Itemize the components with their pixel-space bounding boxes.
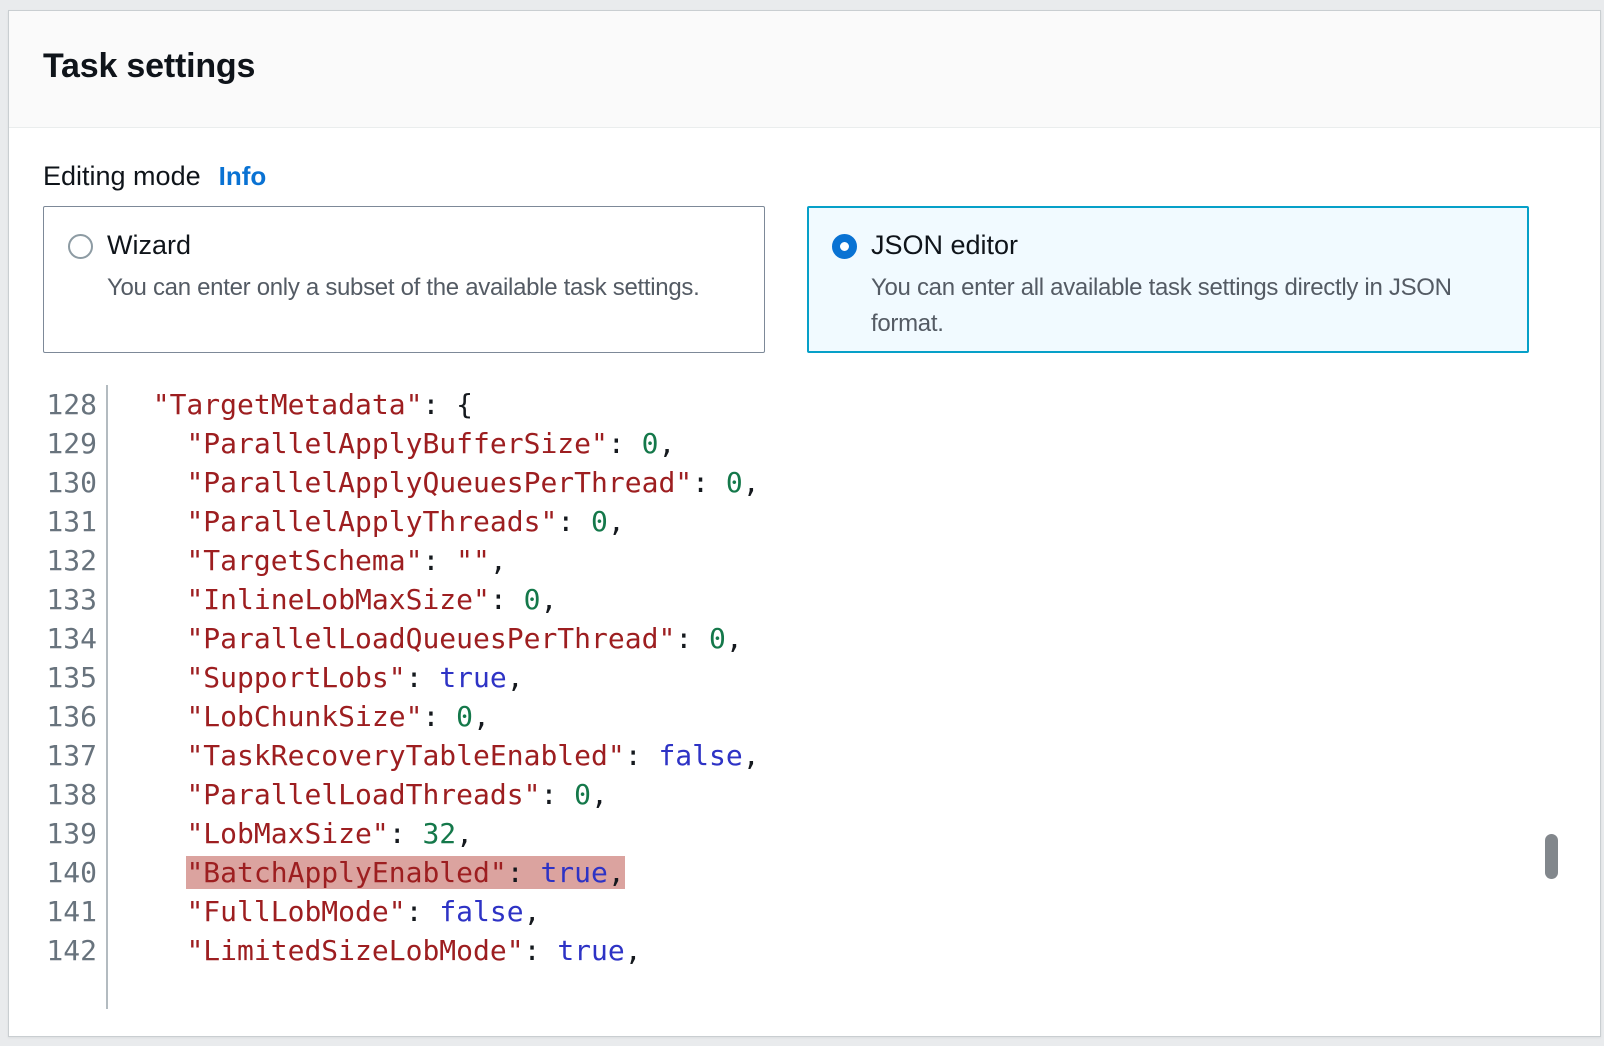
code-line: 132 "TargetSchema": "", (43, 541, 1576, 580)
code-line: 140 "BatchApplyEnabled": true, (43, 853, 1576, 892)
line-number: 131 (43, 502, 108, 541)
wizard-description: You can enter only a subset of the avail… (107, 270, 699, 306)
line-number: 136 (43, 697, 108, 736)
editing-mode-label: Editing mode (43, 161, 201, 192)
code-text: "ParallelApplyThreads": 0, (108, 502, 625, 541)
line-number: 142 (43, 931, 108, 970)
line-number: 134 (43, 619, 108, 658)
line-number: 133 (43, 580, 108, 619)
code-text: "ParallelApplyQueuesPerThread": 0, (108, 463, 760, 502)
line-number: 130 (43, 463, 108, 502)
wizard-radio-button[interactable] (68, 234, 93, 259)
json-editor-tile-text: JSON editor You can enter all available … (871, 230, 1516, 351)
wizard-tile-text: Wizard You can enter only a subset of th… (107, 230, 699, 352)
task-settings-panel: Task settings Editing mode Info Wizard Y… (8, 10, 1601, 1037)
code-text: "LobMaxSize": 32, (108, 814, 473, 853)
highlighted-line-text: "BatchApplyEnabled": true, (186, 856, 624, 889)
line-number: 129 (43, 424, 108, 463)
panel-header: Task settings (9, 11, 1600, 128)
code-text: "InlineLobMaxSize": 0, (108, 580, 557, 619)
code-text: "ParallelLoadQueuesPerThread": 0, (108, 619, 743, 658)
line-number: 128 (43, 385, 108, 424)
json-code-editor[interactable]: 128 "TargetMetadata": {129 "ParallelAppl… (43, 385, 1576, 1009)
json-editor-title: JSON editor (871, 230, 1516, 261)
panel-title: Task settings (9, 11, 1600, 86)
line-number: 135 (43, 658, 108, 697)
code-line: 141 "FullLobMode": false, (43, 892, 1576, 931)
json-editor-tile[interactable]: JSON editor You can enter all available … (807, 206, 1529, 353)
wizard-tile[interactable]: Wizard You can enter only a subset of th… (43, 206, 765, 353)
code-text: "FullLobMode": false, (108, 892, 540, 931)
line-number: 139 (43, 814, 108, 853)
line-number: 132 (43, 541, 108, 580)
json-editor-radio-button[interactable] (832, 234, 857, 259)
editing-mode-tiles: Wizard You can enter only a subset of th… (43, 206, 1529, 353)
code-text: "BatchApplyEnabled": true, (108, 853, 625, 892)
editing-mode-row: Editing mode Info (43, 161, 266, 192)
code-line: 137 "TaskRecoveryTableEnabled": false, (43, 736, 1576, 775)
json-editor-description: You can enter all available task setting… (871, 270, 1516, 342)
code-text: "TargetMetadata": { (108, 385, 473, 424)
code-text: "TargetSchema": "", (108, 541, 507, 580)
code-line: 130 "ParallelApplyQueuesPerThread": 0, (43, 463, 1576, 502)
line-number: 141 (43, 892, 108, 931)
code-line-blank (43, 970, 1576, 1009)
scrollbar-thumb[interactable] (1545, 834, 1558, 879)
code-text: "LobChunkSize": 0, (108, 697, 490, 736)
code-text: "SupportLobs": true, (108, 658, 524, 697)
code-line: 131 "ParallelApplyThreads": 0, (43, 502, 1576, 541)
code-text: "ParallelApplyBufferSize": 0, (108, 424, 675, 463)
code-text: "ParallelLoadThreads": 0, (108, 775, 608, 814)
code-line: 133 "InlineLobMaxSize": 0, (43, 580, 1576, 619)
code-line: 135 "SupportLobs": true, (43, 658, 1576, 697)
code-text: "TaskRecoveryTableEnabled": false, (108, 736, 760, 775)
info-link[interactable]: Info (219, 161, 267, 192)
line-number: 137 (43, 736, 108, 775)
wizard-title: Wizard (107, 230, 699, 261)
code-rows: 128 "TargetMetadata": {129 "ParallelAppl… (43, 385, 1576, 1009)
code-line: 129 "ParallelApplyBufferSize": 0, (43, 424, 1576, 463)
code-line: 136 "LobChunkSize": 0, (43, 697, 1576, 736)
code-line: 134 "ParallelLoadQueuesPerThread": 0, (43, 619, 1576, 658)
code-line: 128 "TargetMetadata": { (43, 385, 1576, 424)
code-line: 142 "LimitedSizeLobMode": true, (43, 931, 1576, 970)
code-text: "LimitedSizeLobMode": true, (108, 931, 642, 970)
line-number: 140 (43, 853, 108, 892)
code-line: 139 "LobMaxSize": 32, (43, 814, 1576, 853)
code-line: 138 "ParallelLoadThreads": 0, (43, 775, 1576, 814)
line-number: 138 (43, 775, 108, 814)
